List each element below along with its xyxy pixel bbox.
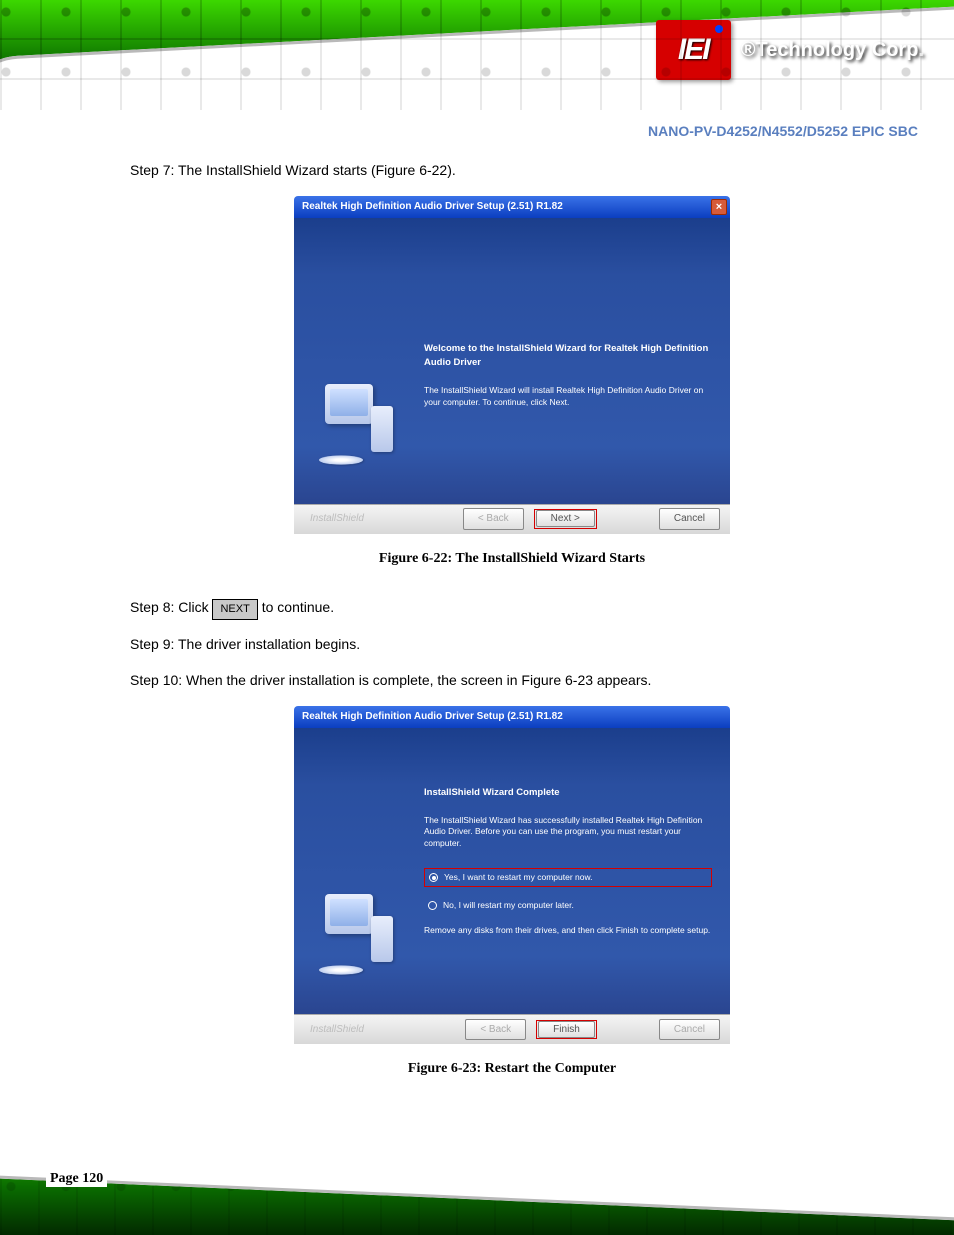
wizard-2-titlebar: Realtek High Definition Audio Driver Set… <box>294 706 730 728</box>
wizard-2-body: InstallShield Wizard Complete The Instal… <box>294 728 730 1014</box>
top-swoosh <box>0 1 954 110</box>
step-8-text: Step 8: Click NEXT to continue. <box>130 597 894 620</box>
logo-dot-icon <box>715 25 723 33</box>
wizard-2-window: Realtek High Definition Audio Driver Set… <box>294 706 730 1044</box>
close-icon[interactable]: × <box>711 199 727 215</box>
wizard-2-heading: InstallShield Wizard Complete <box>424 786 712 801</box>
wizard-1-title: Realtek High Definition Audio Driver Set… <box>302 199 563 215</box>
wizard-2-graphic-pane <box>294 728 414 1014</box>
bottom-swoosh <box>0 1115 954 1224</box>
step-7-text: Step 7: The InstallShield Wizard starts … <box>130 160 894 182</box>
wizard-1-footer: InstallShield < Back Next > Cancel <box>294 504 730 534</box>
wizard-2-text-pane: InstallShield Wizard Complete The Instal… <box>414 728 730 1014</box>
radio-yes-row[interactable]: Yes, I want to restart my computer now. <box>424 868 712 887</box>
step-9-text: Step 9: The driver installation begins. <box>130 634 894 656</box>
radio-button-icon <box>428 901 437 910</box>
radio-button-icon <box>429 873 438 882</box>
next-button[interactable]: Next > <box>536 510 595 527</box>
installshield-brand: InstallShield <box>310 511 364 527</box>
wizard-2-title: Realtek High Definition Audio Driver Set… <box>302 709 563 725</box>
wizard-1-window: Realtek High Definition Audio Driver Set… <box>294 196 730 534</box>
cancel-button[interactable]: Cancel <box>659 508 720 530</box>
step-8-suffix: to continue. <box>262 599 334 615</box>
computer-icon <box>315 894 393 984</box>
radio-yes-label: Yes, I want to restart my computer now. <box>444 871 593 884</box>
cancel-button[interactable]: Cancel <box>659 1019 720 1041</box>
top-banner: IEI ®Technology Corp. <box>0 0 954 110</box>
wizard-1-text-pane: Welcome to the InstallShield Wizard for … <box>414 218 730 504</box>
logo-letters: IEI <box>678 33 709 67</box>
wizard-2-footer: InstallShield < Back Finish Cancel <box>294 1014 730 1044</box>
computer-icon <box>315 384 393 474</box>
wizard-2-paragraph: The InstallShield Wizard has successfull… <box>424 815 712 851</box>
page-content: Step 7: The InstallShield Wizard starts … <box>0 160 954 1107</box>
wizard-2-paragraph-2: Remove any disks from their drives, and … <box>424 925 712 937</box>
back-button[interactable]: < Back <box>463 508 524 530</box>
installshield-brand: InstallShield <box>310 1022 364 1038</box>
finish-button-highlight: Finish <box>536 1020 597 1040</box>
radio-no-label: No, I will restart my computer later. <box>443 899 574 912</box>
logo-area: IEI ®Technology Corp. <box>656 20 924 80</box>
header-product-name: NANO-PV-D4252/N4552/D5252 EPIC SBC <box>648 123 918 139</box>
radio-no-row[interactable]: No, I will restart my computer later. <box>424 897 712 914</box>
back-button[interactable]: < Back <box>465 1019 526 1041</box>
restart-radio-group: Yes, I want to restart my computer now. … <box>424 868 712 914</box>
company-logo-icon: IEI <box>656 20 731 80</box>
bottom-banner <box>0 1115 954 1235</box>
wizard-1-paragraph: The InstallShield Wizard will install Re… <box>424 385 712 409</box>
wizard-1-titlebar: Realtek High Definition Audio Driver Set… <box>294 196 730 218</box>
next-button-highlight: Next > <box>534 509 597 529</box>
step-8-prefix: Step 8: Click <box>130 599 212 615</box>
wizard-1-graphic-pane <box>294 218 414 504</box>
page-header-bar: NANO-PV-D4252/N4552/D5252 EPIC SBC <box>0 123 954 139</box>
finish-button[interactable]: Finish <box>538 1021 595 1038</box>
step-10-text: Step 10: When the driver installation is… <box>130 670 894 692</box>
figure-caption-2: Figure 6-23: Restart the Computer <box>130 1058 894 1080</box>
wizard-1-body: Welcome to the InstallShield Wizard for … <box>294 218 730 504</box>
figure-caption-1: Figure 6-22: The InstallShield Wizard St… <box>130 548 894 570</box>
page-number: Page 120 <box>46 1171 107 1187</box>
wizard-1-heading: Welcome to the InstallShield Wizard for … <box>424 342 712 371</box>
inline-next-button-label: NEXT <box>212 599 257 620</box>
company-name: ®Technology Corp. <box>741 39 924 62</box>
